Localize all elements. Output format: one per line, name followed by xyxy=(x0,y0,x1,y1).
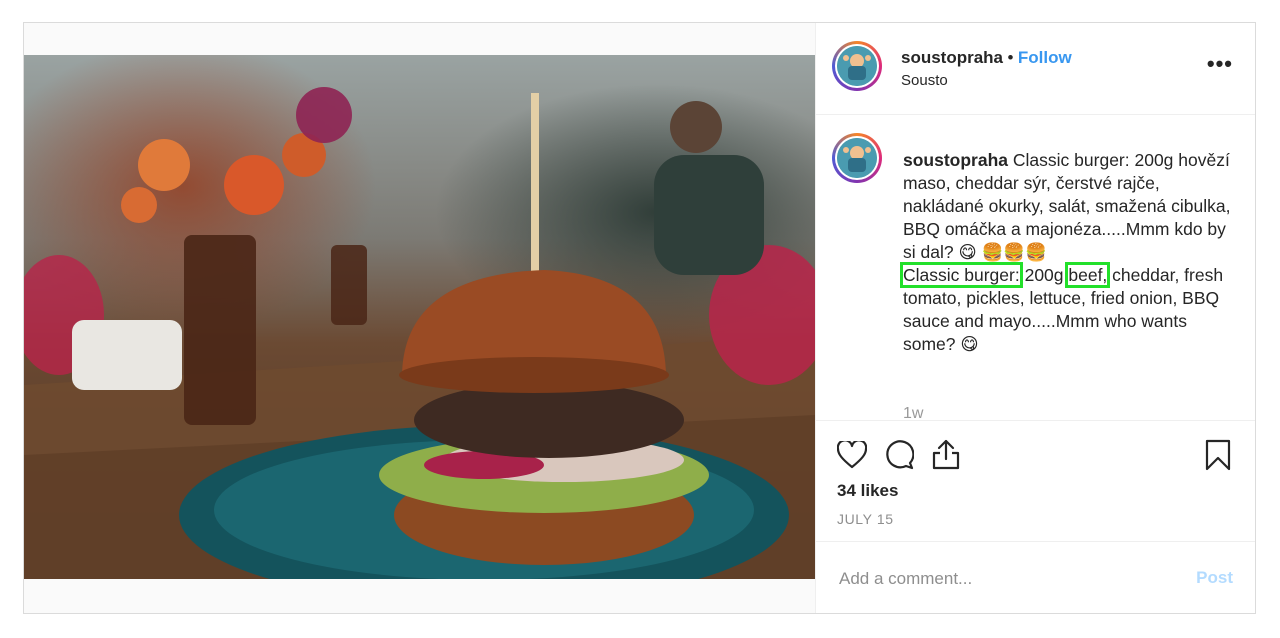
smile-emoji-2: 😋 xyxy=(960,334,979,354)
highlight-beef: beef, xyxy=(1065,262,1111,288)
burger-emojis: 🍔🍔🍔 xyxy=(981,242,1047,262)
comments-area: soustopraha Classic burger: 200g hovězí … xyxy=(815,115,1255,421)
heart-icon[interactable] xyxy=(836,439,868,474)
caption-text: soustopraha Classic burger: 200g hovězí … xyxy=(900,149,1243,356)
instagram-post: soustopraha • Follow Sousto ••• soustopr… xyxy=(23,22,1256,614)
avatar-image xyxy=(837,46,877,86)
more-options-icon[interactable]: ••• xyxy=(1207,53,1233,75)
smile-emoji: 😋 xyxy=(958,242,977,262)
caption-en-mid: 200g xyxy=(1019,265,1069,285)
burger-photo[interactable] xyxy=(24,55,815,579)
share-icon[interactable] xyxy=(931,438,961,475)
post-date[interactable]: JULY 15 xyxy=(837,511,894,527)
caption-avatar[interactable] xyxy=(832,133,882,183)
caption-avatar-image xyxy=(837,138,877,178)
post-sidebar: soustopraha • Follow Sousto ••• soustopr… xyxy=(815,23,1255,613)
comment-form: Post xyxy=(815,541,1255,613)
bookmark-icon[interactable] xyxy=(1205,439,1231,476)
caption-username[interactable]: soustopraha xyxy=(903,150,1008,170)
caption-avatar-logo-icon xyxy=(837,138,877,178)
time-ago[interactable]: 1w xyxy=(903,405,923,420)
likes-count[interactable]: 34 likes xyxy=(837,481,898,501)
follow-button[interactable]: Follow xyxy=(1018,48,1072,67)
comment-input[interactable] xyxy=(837,564,1171,594)
header-username[interactable]: soustopraha xyxy=(901,48,1003,67)
post-comment-button[interactable]: Post xyxy=(1196,568,1233,588)
header-separator: • xyxy=(1007,48,1014,67)
post-header: soustopraha • Follow Sousto ••• xyxy=(815,23,1255,115)
action-bar xyxy=(815,433,1255,473)
burger-photo-art xyxy=(24,87,815,579)
post-media xyxy=(24,23,816,613)
avatar[interactable] xyxy=(832,41,882,91)
avatar-logo-icon xyxy=(837,46,877,86)
location-label[interactable]: Sousto xyxy=(901,72,948,89)
comment-icon[interactable] xyxy=(884,440,915,475)
header-title-row: soustopraha • Follow xyxy=(901,48,1072,68)
highlight-classic-burger: Classic burger: xyxy=(900,262,1023,288)
